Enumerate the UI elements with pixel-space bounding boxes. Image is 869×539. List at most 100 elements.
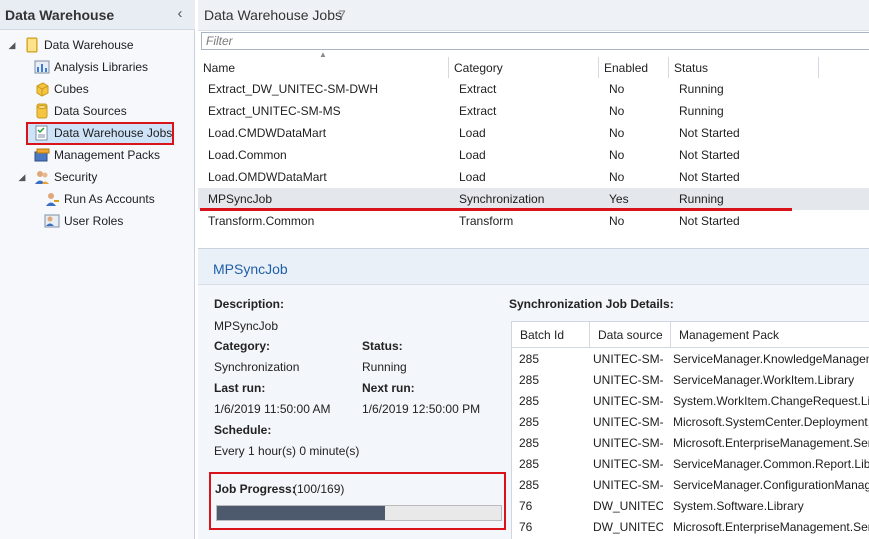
- filter-input[interactable]: Filter: [201, 32, 869, 50]
- job-progress-fill: [217, 506, 385, 520]
- column-header-category[interactable]: Category: [449, 57, 599, 79]
- data-source: UNITEC-SM-MS: [593, 415, 663, 429]
- job-enabled: No: [609, 214, 625, 228]
- job-enabled: No: [609, 148, 625, 162]
- sync-row[interactable]: 285 UNITEC-SM-MS System.WorkItem.ChangeReq…: [512, 391, 869, 412]
- collapse-pane-button[interactable]: ‹: [172, 5, 188, 23]
- details-title: MPSyncJob: [213, 261, 288, 277]
- job-row[interactable]: MPSyncJob Synchronization Yes Running: [198, 188, 869, 210]
- job-category: Load: [459, 170, 486, 184]
- highlight-underline: [200, 208, 792, 211]
- job-status: Not Started: [679, 126, 740, 140]
- column-header-status[interactable]: Status: [669, 57, 819, 79]
- job-row[interactable]: Load.Common Load No Not Started: [198, 144, 869, 166]
- sync-row[interactable]: 285 UNITEC-SM-MS ServiceManager.Configurat…: [512, 475, 869, 496]
- tree-item-data-warehouse-jobs[interactable]: Data Warehouse Jobs: [0, 123, 190, 143]
- description-label: Description:: [214, 297, 285, 311]
- batch-id: 285: [519, 478, 540, 492]
- management-pack: ServiceManager.KnowledgeManagement: [673, 352, 869, 366]
- tree-item-label: Data Warehouse: [44, 38, 134, 52]
- tree-item-label: Data Sources: [54, 104, 127, 118]
- sync-row[interactable]: 76 DW_UNITEC-SM-DWH System.Software.Librar…: [512, 496, 869, 517]
- sync-row[interactable]: 76 DW_UNITEC-SM-DWH Microsoft.EnterpriseMa…: [512, 517, 869, 538]
- job-enabled: No: [609, 170, 625, 184]
- sync-column-batch-id[interactable]: Batch Id: [512, 322, 590, 348]
- sync-column-management-pack[interactable]: Management Pack: [671, 322, 869, 348]
- column-header-name[interactable]: Name: [198, 57, 449, 79]
- details-header: MPSyncJob: [198, 249, 869, 285]
- nav-title: Data Warehouse: [5, 7, 115, 23]
- job-name: Extract_UNITEC-SM-MS: [208, 104, 341, 118]
- batch-id: 285: [519, 415, 540, 429]
- category-label: Category:: [214, 339, 271, 353]
- job-row[interactable]: Transform.Common Transform No Not Started: [198, 210, 869, 232]
- sync-row[interactable]: 285 UNITEC-SM-MS ServiceManager.KnowledgeM…: [512, 349, 869, 370]
- next-run-label: Next run:: [362, 381, 415, 395]
- tree-item-user-roles[interactable]: User Roles: [0, 211, 190, 231]
- job-category: Load: [459, 148, 486, 162]
- job-category: Extract: [459, 82, 497, 96]
- job-name: MPSyncJob: [208, 192, 273, 206]
- cube-icon: [34, 81, 50, 97]
- sync-column-data-source[interactable]: Data source: [590, 322, 671, 348]
- tree-item-label: Management Packs: [54, 148, 161, 162]
- tree-item-data-warehouse[interactable]: ◢ Data Warehouse: [0, 35, 190, 55]
- tree-item-run-as-accounts[interactable]: Run As Accounts: [0, 189, 190, 209]
- description-value: MPSyncJob: [214, 319, 279, 333]
- user-roles-icon: [44, 213, 60, 229]
- sync-row[interactable]: 285 UNITEC-SM-MS Microsoft.SystemCenter.De…: [512, 412, 869, 433]
- sync-row[interactable]: 285 UNITEC-SM-MS ServiceManager.WorkItem.L…: [512, 370, 869, 391]
- management-pack: System.WorkItem.ChangeRequest.Library: [673, 394, 869, 408]
- job-status: Not Started: [679, 214, 740, 228]
- folder-icon: [24, 37, 40, 53]
- job-status: Running: [679, 192, 724, 206]
- schedule-value: Every 1 hour(s) 0 minute(s): [214, 444, 360, 458]
- sync-row[interactable]: 285 UNITEC-SM-MS ServiceManager.Common.Rep…: [512, 454, 869, 475]
- job-row[interactable]: Extract_UNITEC-SM-MS Extract No Running: [198, 100, 869, 122]
- job-status: Not Started: [679, 170, 740, 184]
- tree-item-cubes[interactable]: Cubes: [0, 79, 190, 99]
- tree-item-data-sources[interactable]: Data Sources: [0, 101, 190, 121]
- jobs-title: Data Warehouse Jobs: [204, 7, 342, 23]
- tree-item-label: Data Warehouse Jobs: [54, 126, 173, 140]
- jobs-icon: [34, 125, 50, 141]
- column-header-filler: [819, 57, 869, 79]
- job-category: Synchronization: [459, 192, 545, 206]
- management-pack: Microsoft.SystemCenter.Deployment.Librar…: [673, 415, 869, 429]
- tree-item-analysis-libraries[interactable]: Analysis Libraries: [0, 57, 190, 77]
- sync-details-grid: Batch Id Data source Management Pack 285 UN…: [511, 321, 869, 539]
- job-status: Running: [679, 104, 724, 118]
- tree-item-label: Security: [54, 170, 98, 184]
- data-source: DW_UNITEC-SM-DWH: [593, 520, 663, 534]
- job-progress-label: Job Progress:: [215, 482, 296, 496]
- data-source: UNITEC-SM-MS: [593, 373, 663, 387]
- category-value: Synchronization: [214, 360, 300, 374]
- next-run-value: 1/6/2019 12:50:00 PM: [362, 402, 481, 416]
- tree-item-management-packs[interactable]: Management Packs: [0, 145, 190, 165]
- batch-id: 285: [519, 394, 540, 408]
- job-enabled: No: [609, 104, 625, 118]
- status-value: Running: [362, 360, 407, 374]
- batch-id: 285: [519, 352, 540, 366]
- job-row[interactable]: Load.OMDWDataMart Load No Not Started: [198, 166, 869, 188]
- job-status: Running: [679, 82, 724, 96]
- management-pack: ServiceManager.WorkItem.Library: [673, 373, 855, 387]
- expand-arrow-icon[interactable]: ◢: [6, 35, 18, 55]
- chart-icon: [34, 59, 50, 75]
- management-pack: Microsoft.EnterpriseManagement.ServiceMa…: [673, 436, 869, 450]
- expand-arrow-icon[interactable]: ◢: [16, 167, 28, 187]
- job-category: Transform: [459, 214, 514, 228]
- job-row[interactable]: Load.CMDWDataMart Load No Not Started: [198, 122, 869, 144]
- data-source: UNITEC-SM-MS: [593, 478, 663, 492]
- tree-item-security[interactable]: ◢ Security: [0, 167, 190, 187]
- sync-details-title: Synchronization Job Details:: [509, 297, 674, 311]
- jobs-header: Data Warehouse Jobs 7: [198, 0, 869, 31]
- column-header-enabled[interactable]: Enabled: [599, 57, 669, 79]
- job-enabled: Yes: [609, 192, 629, 206]
- data-source: UNITEC-SM-MS: [593, 352, 663, 366]
- navigation-pane: Data Warehouse ‹ ◢ Data Warehouse Analysis…: [0, 0, 195, 539]
- sync-row[interactable]: 285 UNITEC-SM-MS Microsoft.EnterpriseManag…: [512, 433, 869, 454]
- batch-id: 285: [519, 457, 540, 471]
- job-row[interactable]: Extract_DW_UNITEC-SM-DWH Extract No Running: [198, 78, 869, 100]
- tree-item-label: Run As Accounts: [64, 192, 155, 206]
